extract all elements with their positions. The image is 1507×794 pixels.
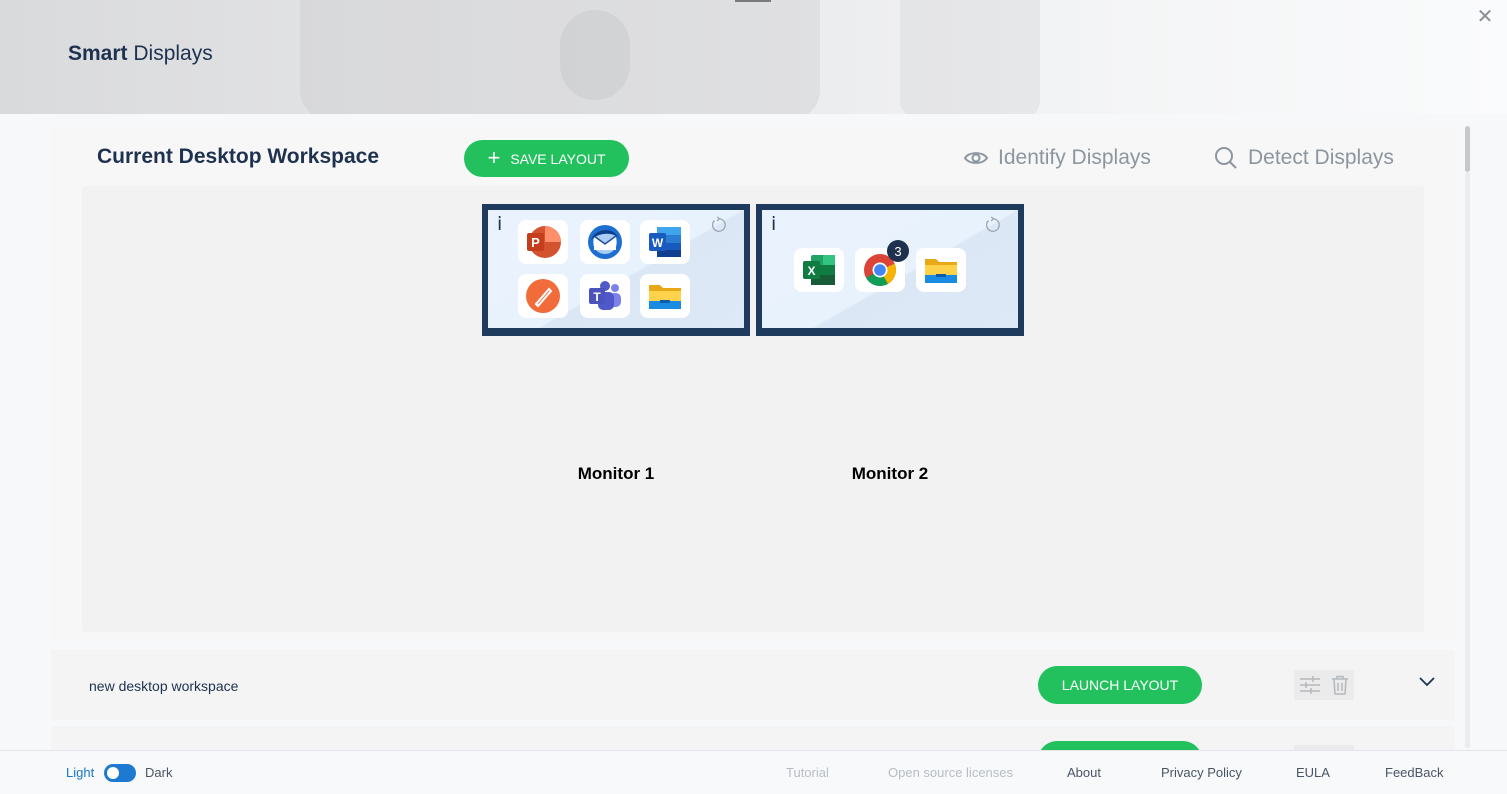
pen-app-icon xyxy=(518,274,568,318)
save-layout-label: SAVE LAYOUT xyxy=(510,150,606,167)
display-arrangement-canvas xyxy=(82,186,1424,632)
thunderbird-icon xyxy=(580,220,630,264)
powerpoint-icon: P xyxy=(518,220,568,264)
monitor-2-screen: i X 3 xyxy=(762,210,1018,328)
window-grip[interactable] xyxy=(735,0,771,2)
save-layout-button[interactable]: + SAVE LAYOUT xyxy=(464,140,629,177)
file-explorer-icon xyxy=(916,248,966,292)
info-icon[interactable]: i xyxy=(497,213,502,235)
scrollbar-thumb[interactable] xyxy=(1465,126,1470,172)
plus-icon: + xyxy=(487,144,501,170)
saved-layout-row xyxy=(51,726,1455,750)
scrollbar-track[interactable] xyxy=(1465,172,1470,748)
search-icon xyxy=(1215,147,1237,169)
layout-name: new desktop workspace xyxy=(89,678,239,694)
chrome-icon: 3 xyxy=(855,240,909,292)
saved-layout-row: new desktop workspace LAUNCH LAYOUT xyxy=(51,650,1455,720)
launch-layout-button[interactable] xyxy=(1038,741,1202,750)
header-banner: Smart Displays ✕ xyxy=(0,0,1507,114)
footer-link-eula[interactable]: EULA xyxy=(1296,765,1330,780)
current-workspace-card: Current Desktop Workspace + SAVE LAYOUT … xyxy=(51,128,1455,642)
refresh-icon[interactable] xyxy=(710,216,728,234)
chevron-down-icon[interactable] xyxy=(1418,676,1436,688)
dark-theme-label: Dark xyxy=(145,765,173,780)
file-explorer-icon xyxy=(640,274,690,318)
window-count-badge: 3 xyxy=(887,240,909,262)
footer-link-open-source-licenses[interactable]: Open source licenses xyxy=(888,765,1013,780)
theme-toggle[interactable] xyxy=(104,764,136,782)
svg-text:W: W xyxy=(652,236,664,250)
refresh-icon[interactable] xyxy=(984,216,1002,234)
footer-link-feedback[interactable]: FeedBack xyxy=(1385,765,1444,780)
word-icon: W xyxy=(640,220,690,264)
monitor-2-label: Monitor 2 xyxy=(851,464,929,483)
svg-text:T: T xyxy=(593,290,601,304)
footer: Light Dark Tutorial Open source licenses… xyxy=(0,750,1507,794)
app-title: Smart Displays xyxy=(68,42,213,65)
monitor-1-screen: i P W T xyxy=(488,210,744,328)
layout-actions xyxy=(1294,670,1354,700)
launch-layout-button[interactable]: LAUNCH LAYOUT xyxy=(1038,666,1202,704)
info-icon[interactable]: i xyxy=(771,213,776,235)
close-icon[interactable]: ✕ xyxy=(1477,6,1494,28)
eye-icon xyxy=(964,152,988,164)
detect-displays-button[interactable]: Detect Displays xyxy=(1214,146,1394,170)
teams-icon: T xyxy=(580,274,630,318)
monitor-1-label: Monitor 1 xyxy=(577,464,655,483)
footer-link-about[interactable]: About xyxy=(1067,765,1101,780)
trash-icon[interactable] xyxy=(1331,675,1349,695)
monitor-2[interactable]: i X 3 xyxy=(756,204,1024,336)
footer-link-privacy-policy[interactable]: Privacy Policy xyxy=(1161,765,1242,780)
svg-text:P: P xyxy=(531,235,540,250)
close-button[interactable]: ✕ xyxy=(1474,6,1496,28)
svg-text:X: X xyxy=(807,264,815,278)
identify-displays-label: Identify Displays xyxy=(998,146,1151,169)
excel-icon: X xyxy=(794,248,844,292)
detect-displays-label: Detect Displays xyxy=(1248,146,1394,169)
light-theme-label: Light xyxy=(66,765,95,780)
settings-sliders-icon[interactable] xyxy=(1299,675,1321,695)
footer-link-tutorial[interactable]: Tutorial xyxy=(786,765,829,780)
workspace-title: Current Desktop Workspace xyxy=(97,145,380,168)
identify-displays-button[interactable]: Identify Displays xyxy=(964,146,1151,170)
monitor-1[interactable]: i P W T xyxy=(482,204,750,336)
